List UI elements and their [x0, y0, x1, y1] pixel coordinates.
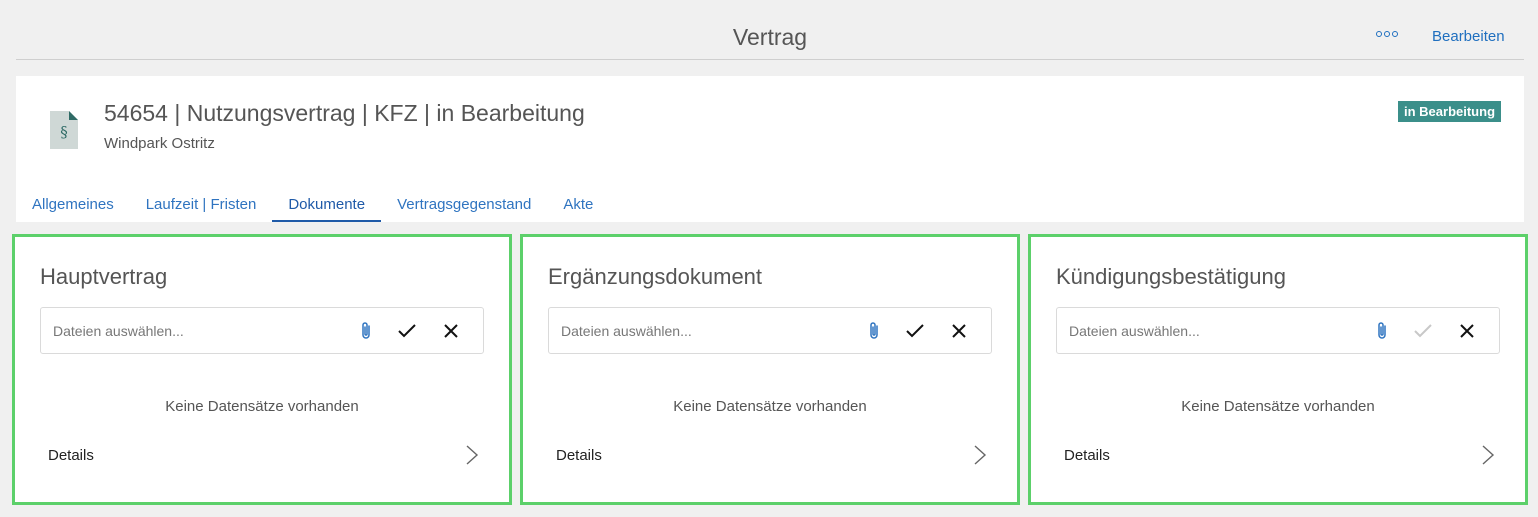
chevron-right-icon	[466, 445, 479, 465]
check-icon	[1414, 324, 1432, 338]
confirm-button[interactable]	[904, 320, 926, 342]
file-select-input[interactable]	[1057, 308, 1357, 353]
tab-allgemeines[interactable]: Allgemeines	[16, 192, 130, 222]
more-horizontal-icon	[1376, 31, 1382, 37]
contract-document-icon: §	[50, 111, 78, 149]
close-icon	[952, 324, 966, 338]
empty-message: Keine Datensätze vorhanden	[165, 398, 359, 415]
check-icon	[398, 324, 416, 338]
file-picker	[1056, 307, 1500, 354]
attach-button[interactable]	[1371, 320, 1393, 342]
details-label: Details	[556, 447, 602, 464]
clear-button[interactable]	[1456, 320, 1478, 342]
details-link[interactable]: Details	[15, 433, 509, 477]
page-title: Vertrag	[732, 24, 808, 50]
confirm-button[interactable]	[1412, 320, 1434, 342]
file-picker	[548, 307, 992, 354]
details-label: Details	[48, 447, 94, 464]
chevron-right-icon	[974, 445, 987, 465]
status-badge: in Bearbeitung	[1398, 101, 1502, 122]
file-picker	[40, 307, 484, 354]
panel-title: Kündigungsbestätigung	[1056, 264, 1286, 289]
paperclip-icon	[362, 322, 370, 339]
record-header: § 54654 | Nutzungsvertrag | KFZ | in Bea…	[16, 76, 1524, 222]
file-select-input[interactable]	[549, 308, 849, 353]
panel-title: Ergänzungsdokument	[548, 264, 763, 289]
confirm-button[interactable]	[396, 320, 418, 342]
file-select-input[interactable]	[41, 308, 341, 353]
edit-button[interactable]: Bearbeiten	[1432, 28, 1505, 45]
paperclip-icon	[870, 322, 878, 339]
details-link[interactable]: Details	[523, 433, 1017, 477]
panel-hauptvertrag: Hauptvertrag Keine Datensätze vorhanden …	[12, 234, 512, 505]
close-icon	[444, 324, 458, 338]
clear-button[interactable]	[440, 320, 462, 342]
panel-ergaenzungsdokument: Ergänzungsdokument Keine Datensätze vorh…	[520, 234, 1020, 505]
check-icon	[906, 324, 924, 338]
tab-vertragsgegenstand[interactable]: Vertragsgegenstand	[381, 192, 547, 222]
chevron-right-icon	[1482, 445, 1495, 465]
close-icon	[1460, 324, 1474, 338]
empty-message: Keine Datensätze vorhanden	[1181, 398, 1375, 415]
panel-title: Hauptvertrag	[40, 264, 168, 289]
clear-button[interactable]	[948, 320, 970, 342]
empty-message: Keine Datensätze vorhanden	[673, 398, 867, 415]
tab-akte[interactable]: Akte	[547, 192, 609, 222]
attach-button[interactable]	[355, 320, 377, 342]
tab-laufzeit-fristen[interactable]: Laufzeit | Fristen	[130, 192, 273, 222]
details-link[interactable]: Details	[1031, 433, 1525, 477]
tab-bar: Allgemeines Laufzeit | Fristen Dokumente…	[16, 192, 609, 222]
record-subtitle: Windpark Ostritz	[104, 135, 215, 152]
more-options-button[interactable]	[1376, 27, 1400, 41]
attach-button[interactable]	[863, 320, 885, 342]
details-label: Details	[1064, 447, 1110, 464]
panel-kuendigungsbestaetigung: Kündigungsbestätigung Keine Datensätze v…	[1028, 234, 1528, 505]
svg-text:§: §	[60, 123, 68, 141]
record-title: 54654 | Nutzungsvertrag | KFZ | in Bearb…	[104, 100, 585, 126]
top-bar: Vertrag Bearbeiten	[16, 0, 1524, 60]
paperclip-icon	[1378, 322, 1386, 339]
tab-dokumente[interactable]: Dokumente	[272, 192, 382, 222]
